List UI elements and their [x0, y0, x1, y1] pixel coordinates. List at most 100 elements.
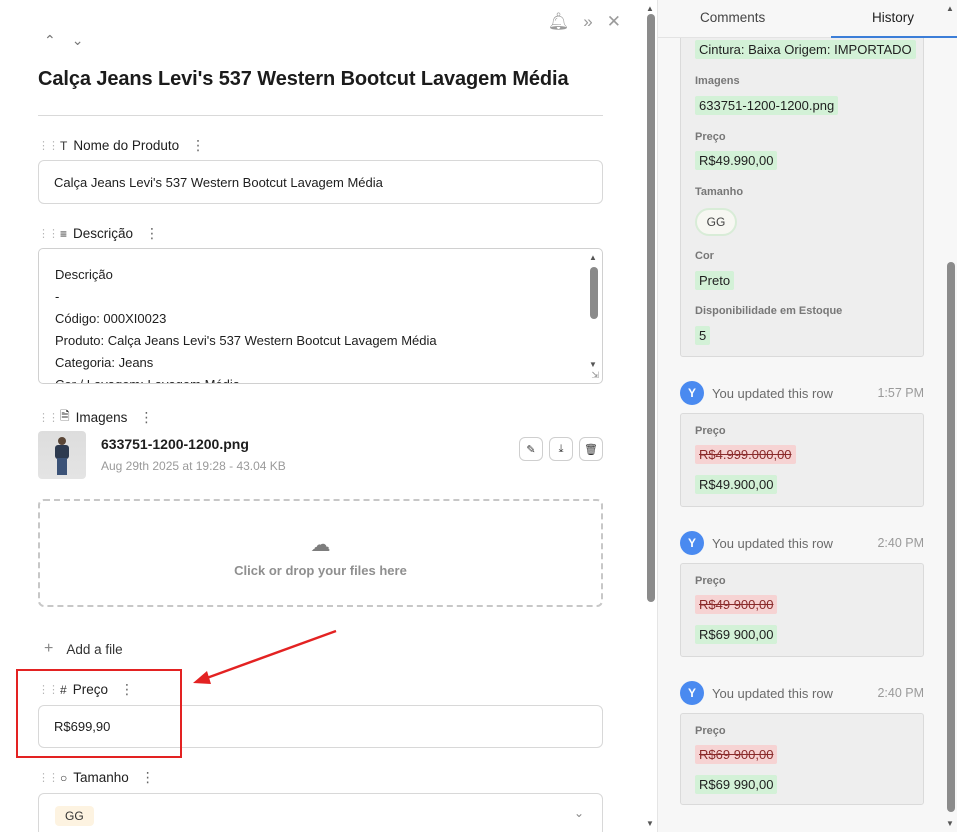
history-field-label: Tamanho — [695, 186, 744, 198]
chevron-up-icon[interactable]: ⌃ — [44, 32, 56, 49]
avatar[interactable]: Y — [680, 681, 704, 705]
file-actions: ✎ ⤓ 🗑︎ — [519, 437, 603, 461]
annotation-arrow — [193, 629, 337, 684]
descricao-textarea[interactable]: Descrição - Código: 000XI0023 Produto: C… — [38, 248, 603, 384]
event-text: You updated this row — [712, 385, 833, 401]
highlight-box — [16, 669, 182, 758]
history-field-label: Imagens — [695, 75, 740, 87]
textarea-scrollbar[interactable]: ▲ ▼ — [588, 253, 600, 369]
avatar[interactable]: Y — [680, 531, 704, 555]
field-header-descricao: ⋮⋮ ≡ Descrição ⋮ — [38, 225, 159, 242]
drag-handle-icon[interactable]: ⋮⋮ — [38, 228, 59, 239]
event-time: 2:40 PM — [877, 686, 924, 700]
history-card: Preço R$49 900,00 R$69 900,00 — [680, 563, 924, 657]
history-event: Y You updated this row 2:40 PM — [680, 531, 924, 555]
add-file-button[interactable]: + Add a file — [44, 640, 123, 658]
field-header-nome: ⋮⋮ T Nome do Produto ⋮ — [38, 137, 205, 154]
scrollbar-thumb[interactable] — [590, 267, 598, 319]
added-value: Cintura: Baixa Origem: IMPORTADO — [695, 40, 916, 59]
history-event: Y You updated this row 1:57 PM — [680, 381, 924, 405]
tab-comments[interactable]: Comments — [700, 10, 765, 25]
panel-toolbar: 🔔︎ » ✕ — [548, 12, 621, 32]
file-name[interactable]: 633751-1200-1200.png — [101, 436, 249, 452]
activity-tabs: Comments History — [658, 0, 957, 38]
record-editor: 🔔︎ » ✕ ⌃ ⌄ Calça Jeans Levi's 537 Wester… — [0, 0, 957, 832]
figure-head — [58, 437, 66, 445]
field-label: Tamanho — [73, 770, 129, 785]
active-tab-indicator — [831, 36, 957, 38]
attached-file: 633751-1200-1200.png Aug 29th 2025 at 19… — [38, 431, 603, 479]
drag-handle-icon[interactable]: ⋮⋮ — [38, 772, 59, 783]
long-text-icon: ≡ — [60, 226, 68, 241]
dropzone-text: Click or drop your files here — [234, 563, 407, 578]
added-value: R$49.900,00 — [695, 475, 778, 494]
description-line: Produto: Calça Jeans Levi's 537 Western … — [55, 333, 437, 348]
trash-icon[interactable]: 🗑︎ — [579, 437, 603, 461]
avatar[interactable]: Y — [680, 381, 704, 405]
history-card: Preço R$4.999.000,00 R$49.900,00 — [680, 413, 924, 507]
more-options-icon[interactable]: ⋮ — [191, 137, 205, 154]
record-nav: ⌃ ⌄ — [44, 32, 83, 49]
edit-icon[interactable]: ✎ — [519, 437, 543, 461]
figure-body — [55, 445, 69, 459]
record-detail-panel: 🔔︎ » ✕ ⌃ ⌄ Calça Jeans Levi's 537 Wester… — [0, 0, 645, 832]
activity-scrollbar[interactable]: ▲ ▼ — [945, 0, 957, 832]
more-options-icon[interactable]: ⋮ — [139, 409, 153, 426]
field-header-imagens: ⋮⋮ 🗎︎ Imagens ⋮ — [38, 407, 153, 428]
history-field-label: Cor — [695, 250, 714, 262]
selected-option-tag: GG — [55, 806, 94, 826]
removed-value: R$4.999.000,00 — [695, 445, 796, 464]
drag-handle-icon[interactable]: ⋮⋮ — [38, 140, 59, 151]
added-value: 5 — [695, 326, 711, 345]
tab-history[interactable]: History — [872, 10, 914, 25]
description-line: Descrição — [55, 267, 113, 282]
file-dropzone[interactable]: ☁︎ Click or drop your files here — [38, 499, 603, 607]
added-value: Preto — [695, 271, 735, 290]
event-time: 1:57 PM — [877, 386, 924, 400]
text-type-icon: T — [60, 138, 68, 153]
thumbnail-figure — [54, 437, 70, 475]
figure-legs — [57, 458, 67, 475]
scroll-up-icon[interactable]: ▲ — [646, 4, 654, 13]
event-text: You updated this row — [712, 535, 833, 551]
file-thumbnail[interactable] — [38, 431, 86, 479]
resize-grip-icon[interactable]: ⇲ — [591, 370, 599, 381]
bell-icon[interactable]: 🔔︎ — [548, 12, 570, 32]
added-option-tag: GG — [695, 208, 737, 236]
tamanho-select[interactable]: GG ⌄ — [38, 793, 603, 832]
field-label: Imagens — [75, 410, 128, 425]
close-icon[interactable]: ✕ — [607, 12, 621, 32]
scrollbar-thumb[interactable] — [647, 14, 655, 602]
history-field-label: Preço — [695, 131, 726, 143]
history-card: Preço R$69 900,00 R$69 990,00 — [680, 713, 924, 805]
double-chevron-right-icon[interactable]: » — [583, 12, 592, 32]
scrollbar-thumb[interactable] — [947, 262, 955, 812]
drag-handle-icon[interactable]: ⋮⋮ — [38, 412, 59, 423]
scroll-up-icon[interactable]: ▲ — [946, 4, 954, 13]
scroll-down-icon[interactable]: ▼ — [646, 819, 654, 828]
scroll-up-icon[interactable]: ▲ — [589, 253, 597, 262]
more-options-icon[interactable]: ⋮ — [141, 769, 155, 786]
event-time: 2:40 PM — [877, 536, 924, 550]
added-value: R$69 990,00 — [695, 775, 778, 794]
chevron-down-icon[interactable]: ⌄ — [72, 32, 84, 49]
download-icon[interactable]: ⤓ — [549, 437, 573, 461]
add-file-label: Add a file — [66, 641, 123, 657]
panel-scrollbar[interactable]: ▲ ▼ — [645, 0, 657, 832]
history-field-label: Disponibilidade em Estoque — [695, 305, 843, 317]
more-options-icon[interactable]: ⋮ — [145, 225, 159, 242]
history-card: Cintura: Baixa Origem: IMPORTADO Imagens… — [680, 22, 924, 357]
title-divider — [38, 115, 603, 116]
scroll-down-icon[interactable]: ▼ — [589, 360, 597, 369]
added-value: R$49.990,00 — [695, 151, 778, 170]
page-title: Calça Jeans Levi's 537 Western Bootcut L… — [38, 68, 569, 90]
plus-icon: + — [44, 640, 54, 657]
scroll-down-icon[interactable]: ▼ — [946, 819, 954, 828]
history-field-label: Preço — [695, 725, 726, 737]
chevron-down-icon[interactable]: ⌄ — [574, 806, 584, 820]
nome-input[interactable]: Calça Jeans Levi's 537 Western Bootcut L… — [38, 160, 603, 204]
field-label: Nome do Produto — [73, 138, 180, 153]
history-field-label: Preço — [695, 575, 726, 587]
removed-value: R$49 900,00 — [695, 595, 778, 614]
file-icon: 🗎︎ — [60, 409, 70, 423]
